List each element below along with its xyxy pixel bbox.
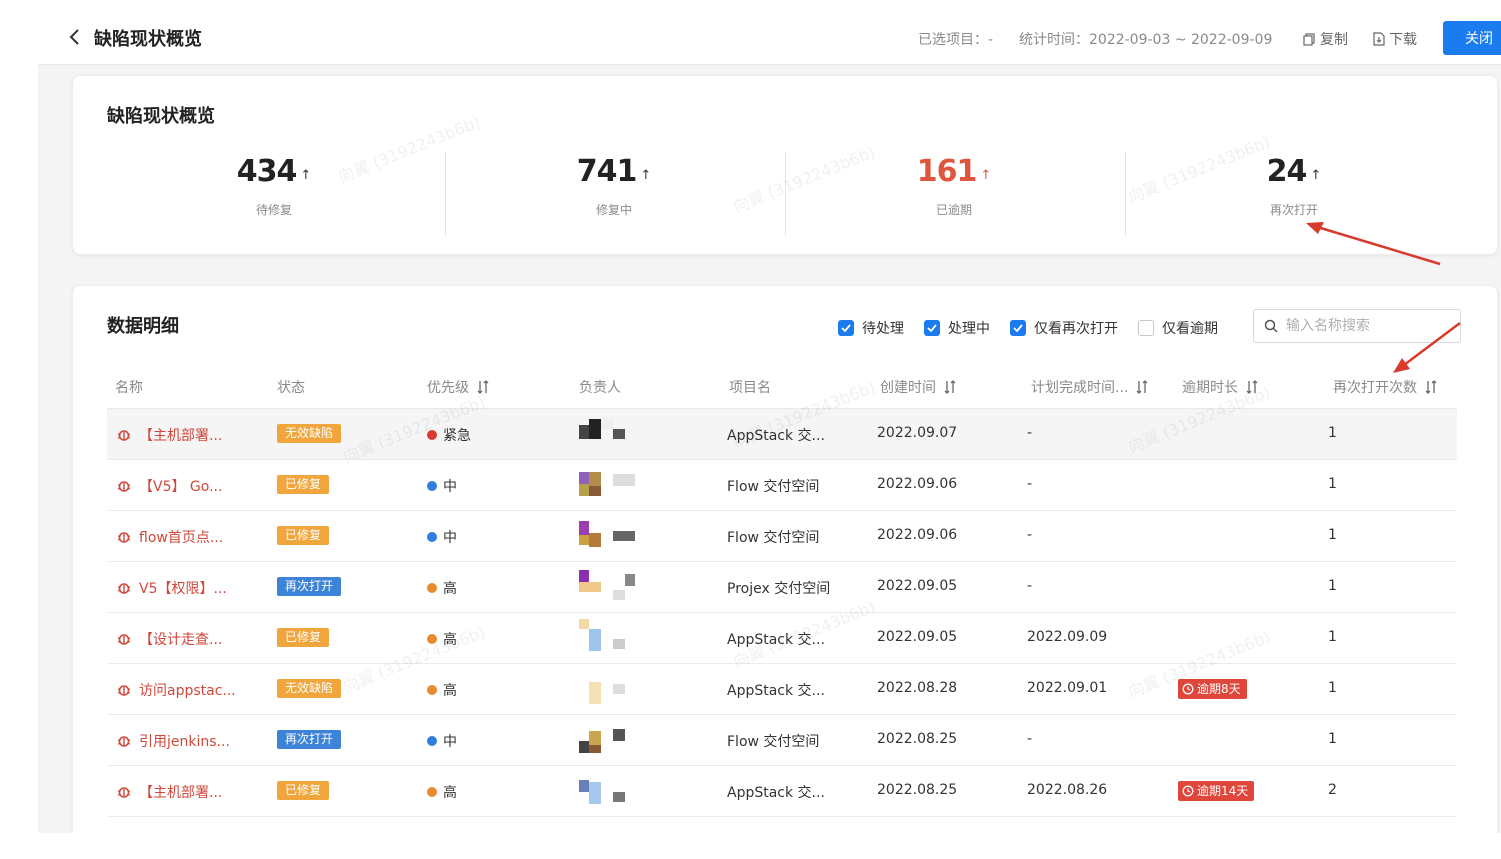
annotation-layer [1306, 222, 1461, 373]
annotation-arrow-reopen-stat [1306, 222, 1441, 266]
annotation-arrow-reopen-column [1393, 322, 1461, 373]
report-page: 缺陷现状概览 已选项目：- 统计时间：2022-09-03 ~ 2022-09-… [38, 0, 1501, 833]
